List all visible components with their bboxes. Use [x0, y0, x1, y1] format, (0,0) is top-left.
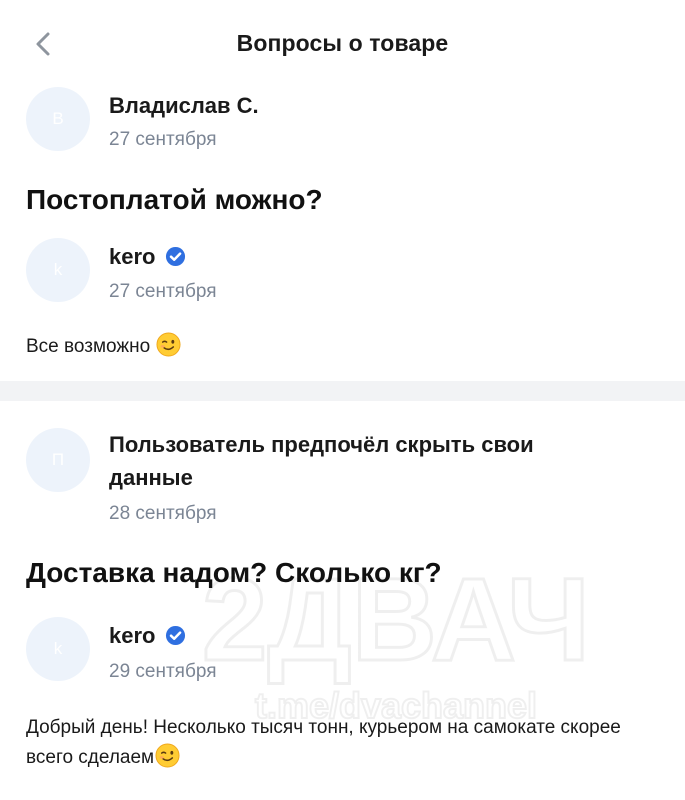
avatar: В — [26, 87, 90, 151]
winking-face-emoji-icon — [156, 332, 181, 357]
section-divider — [0, 381, 685, 401]
answer-author: k kero 27 сентября — [26, 238, 666, 302]
answer-text: Все возможно — [26, 336, 151, 357]
winking-face-emoji-icon — [155, 743, 180, 768]
question-text: Постоплатой можно? — [26, 184, 323, 215]
verified-badge-icon — [166, 246, 186, 267]
author-name: Владислав С. — [109, 93, 259, 118]
author-name: Пользователь предпочёл скрыть свои данны… — [109, 432, 534, 490]
answer-date: 29 сентября — [109, 661, 217, 682]
question-author: П Пользователь предпочёл скрыть свои дан… — [26, 428, 666, 524]
seller-name-row: kero — [109, 243, 186, 271]
question-author: В Владислав С. 27 сентября — [26, 87, 666, 151]
answer-author: k kero 29 сентября — [26, 617, 666, 682]
question-text: Доставка надом? Сколько кг? — [26, 557, 442, 588]
seller-name: kero — [109, 623, 156, 648]
answer-text: Добрый день! Несколько тысяч тонн, курье… — [26, 717, 621, 768]
avatar: k — [26, 617, 90, 681]
seller-name: kero — [109, 244, 156, 269]
avatar: k — [26, 238, 90, 302]
top-bar: Вопросы о товаре — [0, 0, 685, 88]
avatar: П — [26, 428, 90, 492]
seller-name-row: kero — [109, 622, 186, 650]
page-title: Вопросы о товаре — [236, 30, 449, 56]
answer-text-row: Добрый день! Несколько тысяч тонн, курье… — [26, 713, 626, 773]
question-date: 27 сентября — [109, 129, 217, 150]
question-date: 28 сентября — [109, 503, 217, 524]
answer-text-row: Все возможно — [26, 332, 626, 362]
verified-badge-icon — [166, 625, 186, 646]
answer-date: 27 сентября — [109, 281, 217, 302]
